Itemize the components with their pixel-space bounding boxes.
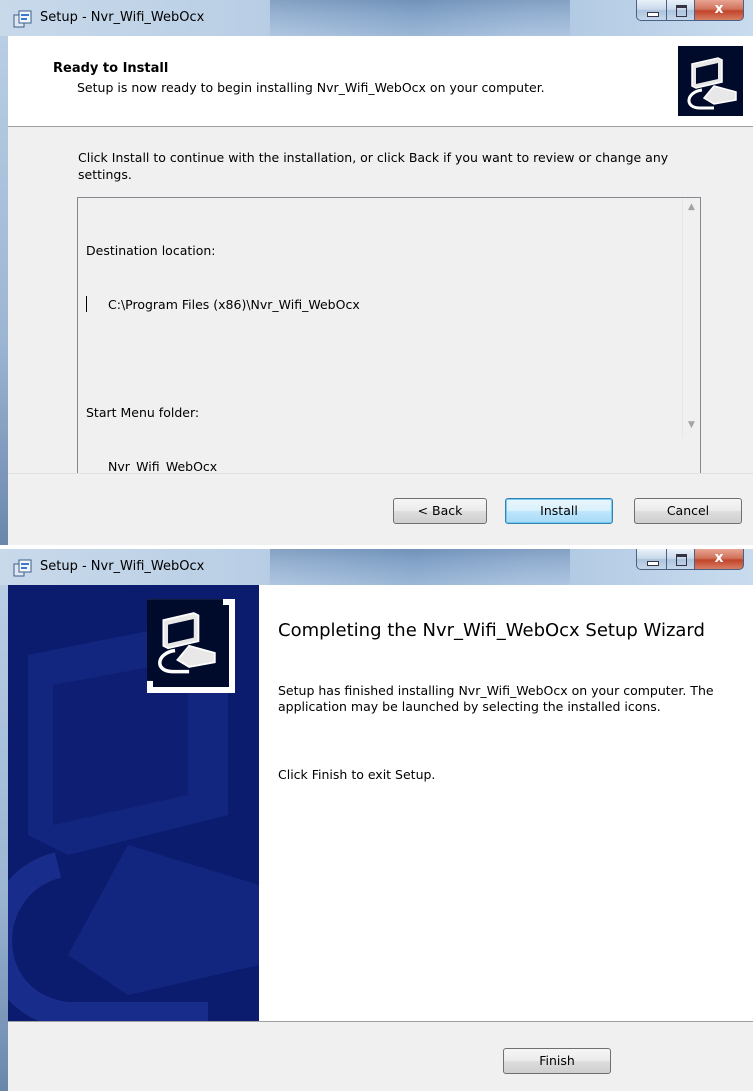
minimize-button[interactable] [636, 0, 667, 21]
maximize-button[interactable] [667, 549, 695, 570]
memo-spacer [86, 350, 360, 368]
instructions-text: Click Install to continue with the insta… [78, 150, 669, 182]
button-bar: Finish [8, 1021, 753, 1091]
computer-setup-logo-icon [678, 46, 743, 116]
back-button[interactable]: < Back [393, 498, 487, 524]
close-icon: x [714, 1, 724, 17]
memo-content: Destination location: C:\Program Files (… [86, 206, 360, 512]
finish-button[interactable]: Finish [503, 1048, 611, 1074]
maximize-icon [676, 554, 687, 566]
computer-setup-logo-icon [147, 599, 235, 693]
scroll-up-icon[interactable]: ▲ [688, 202, 695, 212]
title-bar[interactable]: Setup - Nvr_Wifi_WebOcx x [0, 0, 753, 36]
window-frame [0, 36, 8, 545]
minimize-button[interactable] [636, 549, 667, 570]
window-frame [0, 585, 8, 1091]
setup-window-ready: Setup - Nvr_Wifi_WebOcx x Ready to Insta… [0, 0, 753, 545]
completion-message: Setup has finished installing Nvr_Wifi_W… [278, 683, 714, 714]
title-bar[interactable]: Setup - Nvr_Wifi_WebOcx x [0, 549, 753, 585]
dialog-client: Ready to Install Setup is now ready to b… [8, 36, 753, 545]
close-button[interactable]: x [695, 0, 744, 21]
install-button[interactable]: Install [505, 498, 613, 524]
title-bar-glow [270, 0, 570, 36]
destination-value: C:\Program Files (x86)\Nvr_Wifi_WebOcx [108, 297, 360, 312]
window-title: Setup - Nvr_Wifi_WebOcx [40, 10, 205, 25]
minimize-icon [647, 12, 659, 17]
page-subtitle: Setup is now ready to begin installing N… [77, 80, 545, 95]
dialog-client: Completing the Nvr_Wifi_WebOcx Setup Wiz… [8, 585, 753, 1091]
ready-memo-box[interactable]: Destination location: C:\Program Files (… [77, 197, 701, 493]
vertical-scrollbar[interactable]: ▲ ▼ [682, 198, 700, 438]
setup-app-icon [13, 10, 32, 28]
window-title: Setup - Nvr_Wifi_WebOcx [40, 559, 205, 574]
setup-app-icon [13, 559, 32, 577]
caption-buttons: x [636, 549, 744, 571]
minimize-icon [647, 561, 659, 566]
page-title: Ready to Install [53, 61, 169, 76]
text-caret [86, 296, 87, 312]
exit-instructions: Click Finish to exit Setup. [278, 767, 436, 782]
button-bar: < Back Install Cancel [8, 473, 753, 545]
close-button[interactable]: x [695, 549, 744, 570]
start-menu-label: Start Menu folder: [86, 405, 200, 420]
destination-label: Destination location: [86, 243, 216, 258]
wizard-banner-image [8, 585, 259, 1021]
scroll-down-icon[interactable]: ▼ [688, 420, 695, 430]
caption-buttons: x [636, 0, 744, 22]
close-icon: x [714, 550, 724, 566]
completion-heading: Completing the Nvr_Wifi_WebOcx Setup Wiz… [278, 620, 705, 641]
maximize-icon [676, 5, 687, 17]
wizard-header: Ready to Install Setup is now ready to b… [8, 36, 753, 127]
title-bar-glow [270, 549, 570, 585]
setup-window-complete: Setup - Nvr_Wifi_WebOcx x Completing the… [0, 549, 753, 1091]
cancel-button[interactable]: Cancel [634, 498, 742, 524]
maximize-button[interactable] [667, 0, 695, 21]
